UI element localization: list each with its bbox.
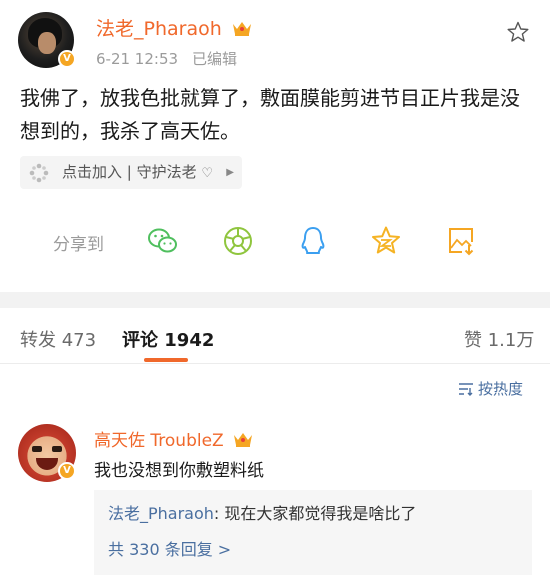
share-bar: 分享到 (0, 222, 550, 262)
verified-badge-icon: V (58, 50, 76, 68)
comment-item: V 高天佐 TroubleZ 我也没想到你敷塑料纸 法老_Pharaoh: 现在… (0, 412, 550, 575)
group-icon (29, 163, 49, 183)
share-label: 分享到 (53, 235, 104, 255)
section-divider (0, 292, 550, 308)
post-time: 6-21 12:53 (96, 50, 179, 68)
weibo-post: V 法老_Pharaoh 6-21 12:53 已编辑 我佛了，放我色批就算了，敷… (0, 0, 550, 292)
poster-name-row[interactable]: 法老_Pharaoh (96, 14, 252, 41)
poster-username[interactable]: 法老_Pharaoh (96, 18, 222, 40)
post-edited-label: 已编辑 (192, 50, 238, 68)
chevron-right-icon: ▶ (226, 167, 234, 178)
share-qq-icon[interactable] (296, 224, 330, 258)
active-tab-indicator (144, 358, 188, 362)
crown-icon (232, 22, 251, 36)
tab-comment[interactable]: 评论 1942 (122, 326, 214, 352)
star-outline-icon[interactable] (506, 20, 530, 44)
share-wechat-icon[interactable] (146, 224, 180, 258)
comment-text: 我也没想到你敷塑料纸 (94, 461, 264, 481)
tab-repost[interactable]: 转发 473 (20, 326, 96, 352)
sort-by-hot-button[interactable]: 按热度 (458, 378, 523, 399)
sort-icon (459, 383, 473, 396)
reply-line: 法老_Pharaoh: 现在大家都觉得我是啥比了 (108, 500, 416, 524)
verified-badge-icon: V (58, 462, 76, 480)
share-moments-icon[interactable] (221, 224, 255, 258)
view-replies-link[interactable]: 共 330 条回复 > (108, 536, 231, 560)
share-qzone-icon[interactable] (369, 224, 403, 258)
reply-username[interactable]: 法老_Pharaoh (108, 504, 214, 523)
crown-icon (234, 433, 253, 447)
post-meta: 6-21 12:53 已编辑 (96, 48, 237, 69)
commenter-name-row[interactable]: 高天佐 TroubleZ (94, 426, 253, 451)
interaction-tabs: 转发 473 评论 1942 赞 1.1万 (0, 308, 550, 364)
chip-label: 点击加入 | 守护法老 (62, 163, 197, 181)
post-content: 我佛了，放我色批就算了，敷面膜能剪进节目正片我是没想到的，我杀了高天佐。 (20, 86, 520, 143)
reply-text: : 现在大家都觉得我是啥比了 (213, 504, 417, 523)
reply-preview[interactable]: 法老_Pharaoh: 现在大家都觉得我是啥比了 共 330 条回复 > (94, 490, 532, 575)
share-save-image-icon[interactable] (444, 224, 478, 258)
sort-label: 按热度 (478, 380, 524, 398)
commenter-username[interactable]: 高天佐 TroubleZ (94, 431, 224, 451)
heart-outline-icon: ♡ (201, 166, 214, 181)
fan-group-chip[interactable]: 点击加入 | 守护法老 ♡ ▶ (20, 156, 242, 189)
tab-like[interactable]: 赞 1.1万 (464, 326, 534, 352)
